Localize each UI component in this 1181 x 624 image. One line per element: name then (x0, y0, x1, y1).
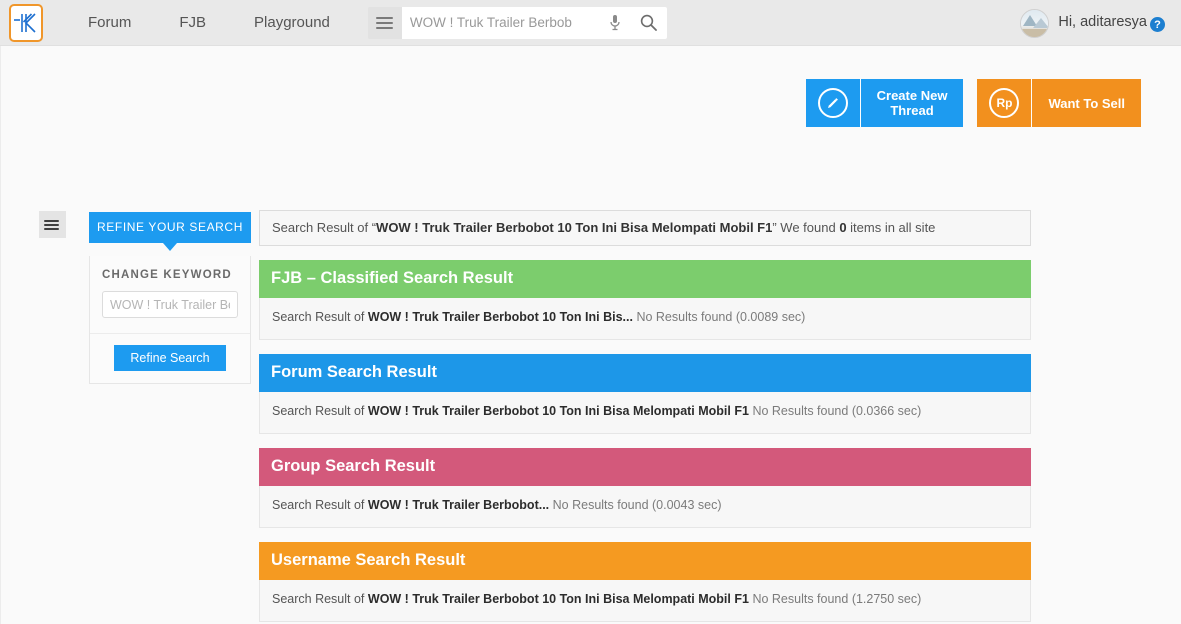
want-to-sell-label: Want To Sell (1032, 79, 1141, 127)
summary-prefix: Search Result of “ (272, 220, 377, 235)
kaskus-k-icon (14, 12, 36, 33)
create-new-thread-label: Create New Thread (860, 79, 964, 127)
main-nav: Forum FJB Playground (64, 0, 354, 46)
section-username-body: Search Result of WOW ! Truk Trailer Berb… (259, 580, 1031, 622)
pencil-icon (817, 88, 848, 118)
result-query: WOW ! Truk Trailer Berbobot... (367, 498, 550, 512)
result-prefix: Search Result of (272, 404, 368, 418)
logo-box (9, 3, 43, 42)
refine-search-footer: Refine Search (90, 333, 250, 383)
search-results: Search Result of “WOW ! Truk Trailer Ber… (259, 210, 1031, 622)
result-prefix: Search Result of (272, 310, 368, 324)
change-keyword-section: CHANGE KEYWORD (90, 256, 250, 333)
hamburger-icon (44, 218, 61, 232)
voice-search-button[interactable] (598, 6, 631, 39)
search-submit-button[interactable] (630, 6, 667, 39)
result-status: No Results found (636, 310, 733, 324)
sidebar-toggle-button[interactable] (39, 211, 66, 238)
refine-search-button[interactable]: Refine Search (114, 345, 226, 371)
summary-count: 0 (839, 220, 847, 235)
result-query: WOW ! Truk Trailer Berbobot 10 Ton Ini B… (367, 310, 633, 324)
site-logo[interactable] (0, 0, 46, 46)
help-icon[interactable]: ? (1150, 17, 1165, 33)
result-prefix: Search Result of (272, 592, 368, 606)
magnifier-icon (641, 14, 658, 31)
section-forum-body: Search Result of WOW ! Truk Trailer Berb… (259, 392, 1031, 434)
avatar-peak-right (1033, 17, 1049, 28)
section-fjb-title: FJB – Classified Search Result (259, 260, 1031, 298)
refine-search-body: CHANGE KEYWORD Refine Search (89, 256, 251, 384)
section-forum-title: Forum Search Result (259, 354, 1031, 392)
nav-item-forum[interactable]: Forum (64, 0, 155, 46)
user-area: Hi, aditaresya? (1020, 0, 1165, 46)
section-group-body: Search Result of WOW ! Truk Trailer Berb… (259, 486, 1031, 528)
result-time: (1.2750 sec) (851, 592, 922, 606)
change-keyword-label: CHANGE KEYWORD (102, 269, 232, 281)
want-to-sell-icon-area: Rp (977, 79, 1032, 127)
result-status: No Results found (752, 592, 849, 606)
create-new-thread-button[interactable]: Create New Thread (805, 79, 964, 127)
nav-item-fjb[interactable]: FJB (155, 0, 230, 46)
result-time: (0.0366 sec) (851, 404, 922, 418)
refine-search-header[interactable]: REFINE YOUR SEARCH (89, 212, 251, 251)
microphone-icon (610, 14, 620, 30)
action-buttons: Create New Thread Rp Want To Sell (805, 79, 1141, 127)
result-time: (0.0043 sec) (652, 498, 722, 512)
result-status: No Results found (752, 404, 849, 418)
search-field-wrap (401, 6, 599, 39)
avatar-foreground (1021, 28, 1049, 37)
refine-search-panel: REFINE YOUR SEARCH CHANGE KEYWORD Refine… (89, 212, 251, 384)
section-username: Username Search Result Search Result of … (259, 542, 1031, 622)
top-header: Forum FJB Playground WOW ! Truk Trailer … (0, 0, 1181, 46)
result-time: (0.0089 sec) (735, 310, 806, 324)
rupiah-icon: Rp (989, 88, 1020, 118)
summary-middle: ” We found (772, 220, 840, 235)
change-keyword-input[interactable] (102, 291, 238, 318)
section-forum: Forum Search Result Search Result of WOW… (259, 354, 1031, 434)
want-to-sell-button[interactable]: Rp Want To Sell (977, 79, 1141, 127)
pencil-glyph (828, 97, 839, 108)
greeting-text: Hi, aditaresya (1058, 13, 1147, 30)
section-username-title: Username Search Result (259, 542, 1031, 580)
result-query: WOW ! Truk Trailer Berbobot 10 Ton Ini B… (367, 592, 749, 606)
section-group-title: Group Search Result (259, 448, 1031, 486)
page-body: Create New Thread Rp Want To Sell REFINE… (0, 46, 1181, 624)
user-greeting[interactable]: Hi, aditaresya? (1058, 14, 1165, 33)
search-input[interactable] (409, 15, 593, 30)
section-group: Group Search Result Search Result of WOW… (259, 448, 1031, 528)
summary-suffix: items in all site (846, 220, 936, 235)
hamburger-icon (376, 14, 394, 32)
result-status: No Results found (552, 498, 649, 512)
search-summary: Search Result of “WOW ! Truk Trailer Ber… (259, 210, 1031, 246)
search-bar (367, 6, 667, 39)
section-fjb-body: Search Result of WOW ! Truk Trailer Berb… (259, 298, 1031, 340)
section-fjb: FJB – Classified Search Result Search Re… (259, 260, 1031, 340)
result-query: WOW ! Truk Trailer Berbobot 10 Ton Ini B… (367, 404, 749, 418)
nav-item-playground[interactable]: Playground (230, 0, 354, 46)
summary-query: WOW ! Truk Trailer Berbobot 10 Ton Ini B… (376, 220, 773, 235)
create-thread-icon-area (805, 79, 860, 127)
search-category-button[interactable] (367, 6, 402, 39)
avatar[interactable] (1020, 8, 1050, 38)
result-prefix: Search Result of (272, 498, 368, 512)
